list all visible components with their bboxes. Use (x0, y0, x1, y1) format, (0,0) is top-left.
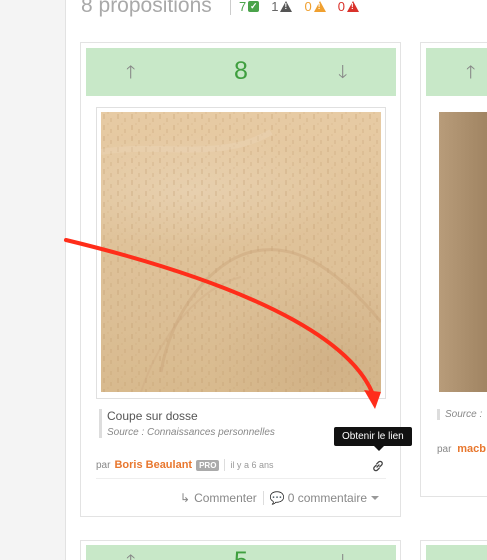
vote-bar-row2: 🡑 5 🡓 (86, 545, 396, 560)
author-line-next: par macb (437, 443, 486, 455)
stat-warning-neutral: 1 (271, 0, 293, 14)
wood-sample-image[interactable] (101, 112, 381, 392)
stat-warning-orange: 0 (304, 0, 326, 14)
left-panel (0, 0, 66, 560)
by-label: par (96, 459, 111, 471)
warning-icon (346, 0, 359, 12)
warning-icon (280, 0, 293, 12)
post-time: il y a 6 ans (230, 460, 274, 470)
warning-icon (313, 0, 326, 12)
caption-source-next: Source : (437, 409, 482, 420)
caption-title: Coupe sur dosse (107, 409, 198, 423)
author-line: par Boris Beaulant PRO il y a 6 ans (96, 459, 273, 471)
propositions-count-title: 8 propositions (81, 0, 212, 17)
card-divider (96, 478, 386, 479)
link-icon[interactable] (371, 459, 385, 473)
downvote-arrow-icon[interactable]: 🡓 (338, 60, 347, 90)
actions-divider (262, 491, 264, 505)
vote-bar: 🡑 8 🡓 (86, 48, 396, 96)
author-link[interactable]: macb (457, 443, 486, 455)
proposition-stats: 7 ✓ 1 0 0 (230, 0, 371, 15)
check-badge-icon: ✓ (248, 0, 260, 12)
meta-divider (224, 459, 226, 471)
author-link[interactable]: Boris Beaulant (114, 459, 192, 471)
stat-warning-orange-count: 0 (304, 0, 312, 14)
upvote-arrow-icon[interactable]: 🡑 (466, 60, 475, 90)
get-link-tooltip: Obtenir le lien (334, 427, 412, 451)
upvote-arrow-icon[interactable]: 🡑 (126, 60, 135, 90)
vote-bar-next: 🡑 (426, 48, 487, 96)
comment-button[interactable]: Commenter (194, 491, 257, 505)
stat-warning-red: 0 (338, 0, 359, 14)
speech-bubble-icon: 💬 (269, 491, 285, 505)
wood-sample-image-next[interactable] (439, 112, 487, 392)
stat-validated-count: 7 (239, 0, 247, 14)
upvote-arrow-icon[interactable]: 🡑 (126, 549, 135, 560)
proposition-caption: Coupe sur dosse Source : Connaissances p… (99, 409, 275, 438)
stats-divider (230, 0, 231, 15)
by-label: par (437, 444, 452, 455)
stat-warning-red-count: 0 (337, 0, 345, 14)
wood-grain-texture (101, 112, 381, 392)
chevron-down-icon[interactable] (371, 496, 380, 500)
stat-warning-neutral-count: 1 (271, 0, 279, 14)
vote-bar-row2-next (426, 545, 487, 560)
vote-count: 8 (234, 57, 248, 85)
comment-actions: ↳ Commenter 💬 0 commentaire (180, 491, 380, 505)
stat-validated: 7 ✓ (239, 0, 260, 14)
pro-badge: PRO (196, 459, 220, 471)
vote-count-row2: 5 (211, 547, 271, 560)
comment-count-toggle[interactable]: 0 commentaire (288, 491, 367, 505)
downvote-arrow-icon[interactable]: 🡓 (338, 549, 347, 560)
reply-arrow-icon: ↳ (180, 491, 191, 505)
caption-source: Source : Connaissances personnelles (107, 427, 275, 438)
